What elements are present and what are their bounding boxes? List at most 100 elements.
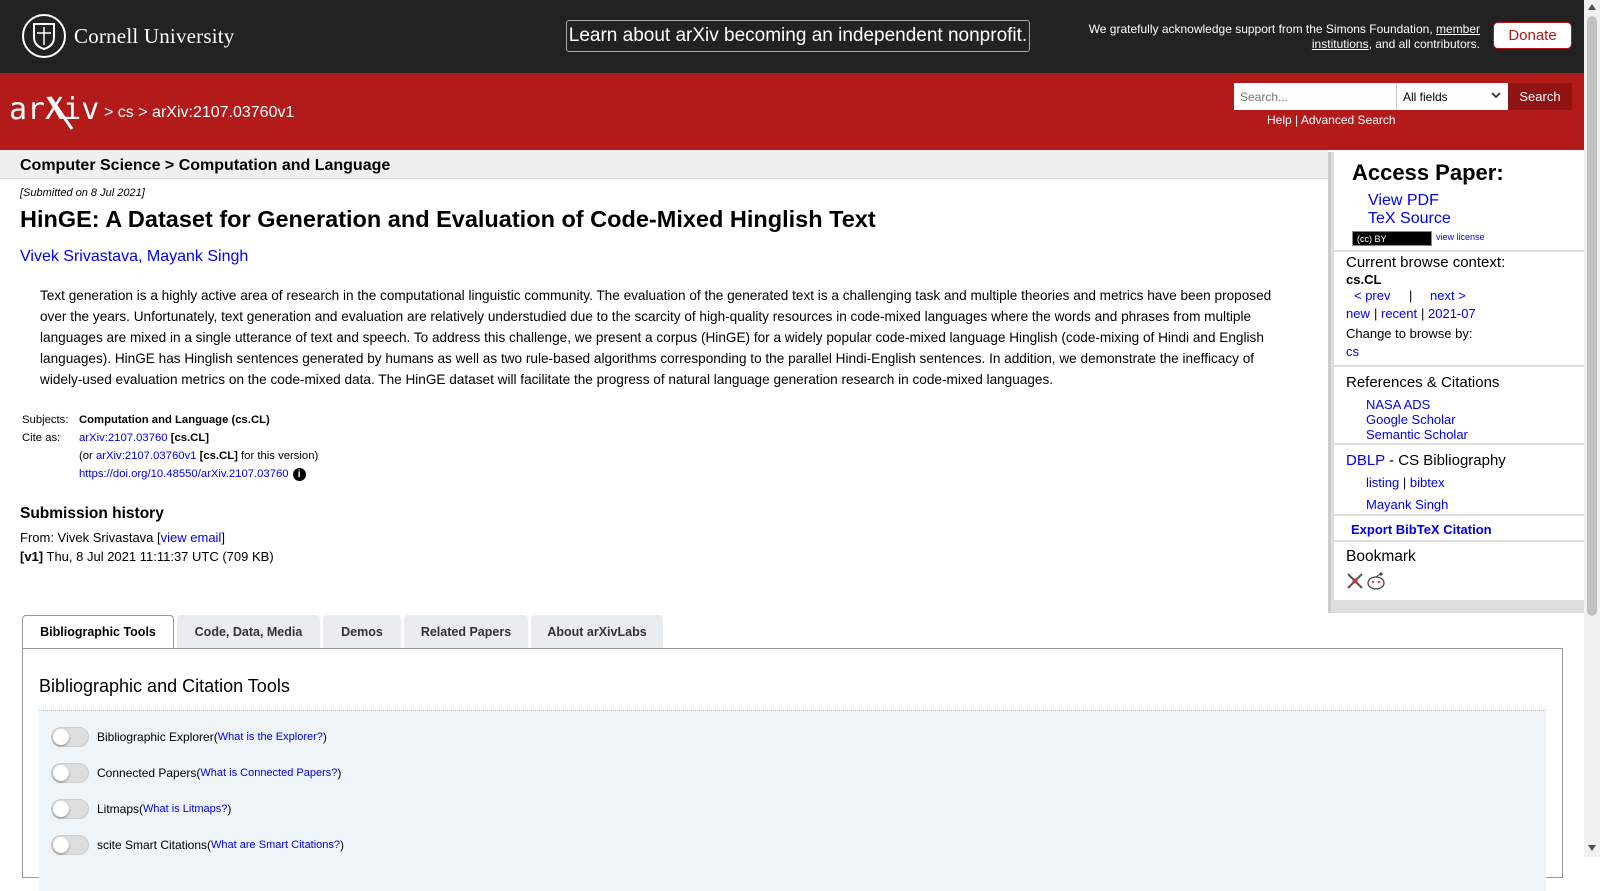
scite-toggle[interactable] bbox=[51, 835, 89, 855]
connected-papers-toggle[interactable] bbox=[51, 763, 89, 783]
cite-version-value: (or arXiv:2107.03760v1 [cs.CL] for this … bbox=[77, 450, 320, 468]
next-link[interactable]: next > bbox=[1430, 288, 1466, 303]
nasa-ads-link[interactable]: NASA ADS bbox=[1366, 397, 1430, 412]
scroll-up-arrow-icon[interactable] bbox=[1588, 4, 1596, 10]
dblp-separator: | bbox=[1402, 475, 1407, 490]
cite-row: Cite as: arXiv:2107.03760 [cs.CL] bbox=[20, 432, 320, 450]
help-link[interactable]: Help bbox=[1267, 113, 1292, 127]
dblp-link[interactable]: DBLP bbox=[1346, 452, 1385, 469]
litmaps-toggle[interactable] bbox=[51, 799, 89, 819]
tool-label: scite Smart Citations bbox=[97, 838, 208, 852]
view-email-link[interactable]: view email bbox=[161, 530, 222, 545]
submission-from: From: Vivek Srivastava [view email] bbox=[20, 530, 225, 545]
bibsonomy-icon[interactable] bbox=[1346, 572, 1364, 595]
google-scholar-link[interactable]: Google Scholar bbox=[1366, 412, 1456, 427]
export-bibtex-link[interactable]: Export BibTeX Citation bbox=[1351, 522, 1492, 537]
paper-title: HinGE: A Dataset for Generation and Eval… bbox=[20, 206, 876, 232]
dblp-listing-link[interactable]: listing bbox=[1366, 475, 1399, 490]
search-button[interactable]: Search bbox=[1508, 83, 1572, 110]
bookmark-block: Bookmark bbox=[1334, 542, 1586, 600]
tool-help-link[interactable]: What is the Explorer? bbox=[218, 731, 323, 743]
prev-link[interactable]: < prev bbox=[1354, 288, 1391, 303]
access-paper-heading: Access Paper: bbox=[1352, 160, 1504, 185]
tool-help-link[interactable]: What is Litmaps? bbox=[143, 803, 227, 815]
cite-version-suffix: for this version) bbox=[237, 450, 319, 462]
cite-value: arXiv:2107.03760 [cs.CL] bbox=[77, 432, 320, 450]
change-browse-label: Change to browse by: bbox=[1346, 326, 1473, 341]
recent-link[interactable]: recent bbox=[1381, 306, 1417, 321]
bibliographic-explorer-toggle[interactable] bbox=[51, 727, 89, 747]
month-link[interactable]: 2021-07 bbox=[1428, 306, 1476, 321]
cite-category: [cs.CL] bbox=[170, 432, 209, 444]
search-input[interactable] bbox=[1234, 83, 1396, 110]
subjects-value: Computation and Language (cs.CL) bbox=[79, 414, 270, 426]
tab-code-data-media[interactable]: Code, Data, Media bbox=[177, 615, 320, 648]
author-link[interactable]: Vivek Srivastava bbox=[20, 248, 138, 265]
from-suffix: ] bbox=[221, 530, 225, 545]
tool-help-link[interactable]: What are Smart Citations? bbox=[211, 839, 340, 851]
arxiv-logo-icon[interactable]: arXiv bbox=[9, 91, 101, 136]
tool-help-link[interactable]: What is Connected Papers? bbox=[200, 767, 337, 779]
export-block: Export BibTeX Citation bbox=[1334, 516, 1586, 540]
tool-row-scite: scite Smart Citations (What are Smart Ci… bbox=[51, 835, 344, 855]
browse-context-heading: Current browse context: bbox=[1346, 254, 1506, 271]
tool-row-bibliographic-explorer: Bibliographic Explorer (What is the Expl… bbox=[51, 727, 327, 747]
tools-box: Bibliographic Explorer (What is the Expl… bbox=[39, 710, 1546, 891]
subject-title: Computer Science > Computation and Langu… bbox=[20, 157, 391, 174]
doi-link[interactable]: https://doi.org/10.48550/arXiv.2107.0376… bbox=[79, 468, 289, 480]
nav-separator: | bbox=[1421, 306, 1425, 321]
tab-related-papers[interactable]: Related Papers bbox=[404, 615, 528, 648]
browse-context-value: cs.CL bbox=[1346, 272, 1382, 287]
info-icon[interactable]: i bbox=[292, 468, 306, 481]
top-banner: Cornell University Learn about arXiv bec… bbox=[0, 0, 1584, 73]
metadata-table: Subjects: Computation and Language (cs.C… bbox=[20, 414, 320, 487]
subjects-label: Subjects: bbox=[22, 414, 69, 426]
empty-cell bbox=[20, 450, 77, 468]
browse-cs-link[interactable]: cs bbox=[1346, 344, 1359, 359]
breadcrumb-sep-2: > bbox=[138, 104, 148, 121]
scroll-thumb[interactable] bbox=[1587, 16, 1597, 616]
reddit-icon[interactable] bbox=[1366, 571, 1386, 596]
breadcrumb-paper-id: arXiv:2107.03760v1 bbox=[152, 104, 295, 121]
tab-panel: Bibliographic and Citation Tools Bibliog… bbox=[22, 648, 1563, 891]
tools-heading: Bibliographic and Citation Tools bbox=[39, 676, 290, 696]
scroll-down-arrow-icon[interactable] bbox=[1588, 845, 1596, 851]
semantic-scholar-link[interactable]: Semantic Scholar bbox=[1366, 427, 1468, 442]
support-acknowledgement: We gratefully acknowledge support from t… bbox=[1060, 22, 1480, 51]
nonprofit-announcement-button[interactable]: Learn about arXiv becoming an independen… bbox=[566, 20, 1030, 52]
page-scrollbar[interactable] bbox=[1584, 0, 1600, 857]
tool-label: Bibliographic Explorer bbox=[97, 730, 214, 744]
help-separator: | bbox=[1295, 113, 1299, 127]
from-prefix: From: Vivek Srivastava [ bbox=[20, 530, 161, 545]
breadcrumb-sep-1: > bbox=[104, 104, 114, 121]
advanced-search-link[interactable]: Advanced Search bbox=[1301, 113, 1396, 127]
dblp-suffix: - CS Bibliography bbox=[1384, 452, 1506, 469]
support-prefix: We gratefully acknowledge support from t… bbox=[1088, 22, 1436, 36]
author-separator: , bbox=[137, 248, 147, 265]
tab-bibliographic-tools[interactable]: Bibliographic Tools bbox=[22, 615, 174, 649]
tool-label: Litmaps bbox=[97, 802, 140, 816]
tool-row-litmaps: Litmaps (What is Litmaps?) bbox=[51, 799, 231, 819]
dblp-author-link[interactable]: Mayank Singh bbox=[1366, 497, 1448, 512]
dblp-bibtex-link[interactable]: bibtex bbox=[1410, 475, 1445, 490]
breadcrumb-cs[interactable]: cs bbox=[118, 104, 134, 121]
cornell-logo[interactable]: Cornell University bbox=[22, 13, 235, 59]
close-paren: ) bbox=[322, 730, 327, 744]
search-field-select[interactable]: All fields bbox=[1396, 83, 1508, 110]
donate-button[interactable]: Donate bbox=[1493, 22, 1572, 49]
subject-bar: Computer Science > Computation and Langu… bbox=[0, 150, 1328, 179]
view-license-link[interactable]: view license bbox=[1436, 232, 1485, 242]
new-link[interactable]: new bbox=[1346, 306, 1370, 321]
view-pdf-link[interactable]: View PDF bbox=[1368, 192, 1439, 210]
dblp-block: DBLP - CS Bibliography listing | bibtex … bbox=[1334, 445, 1586, 514]
tab-demos[interactable]: Demos bbox=[323, 615, 401, 648]
tab-about-arxivlabs[interactable]: About arXivLabs bbox=[531, 615, 663, 648]
cite-or: (or bbox=[79, 450, 96, 462]
cc-license-badge[interactable]: (cc) BY bbox=[1352, 231, 1432, 246]
cite-version-link[interactable]: arXiv:2107.03760v1 bbox=[96, 450, 197, 462]
author-link[interactable]: Mayank Singh bbox=[147, 248, 248, 265]
close-paren: ) bbox=[337, 766, 342, 780]
cite-id-link[interactable]: arXiv:2107.03760 bbox=[79, 432, 168, 444]
tex-source-link[interactable]: TeX Source bbox=[1368, 210, 1451, 228]
submission-history-heading: Submission history bbox=[20, 505, 164, 522]
